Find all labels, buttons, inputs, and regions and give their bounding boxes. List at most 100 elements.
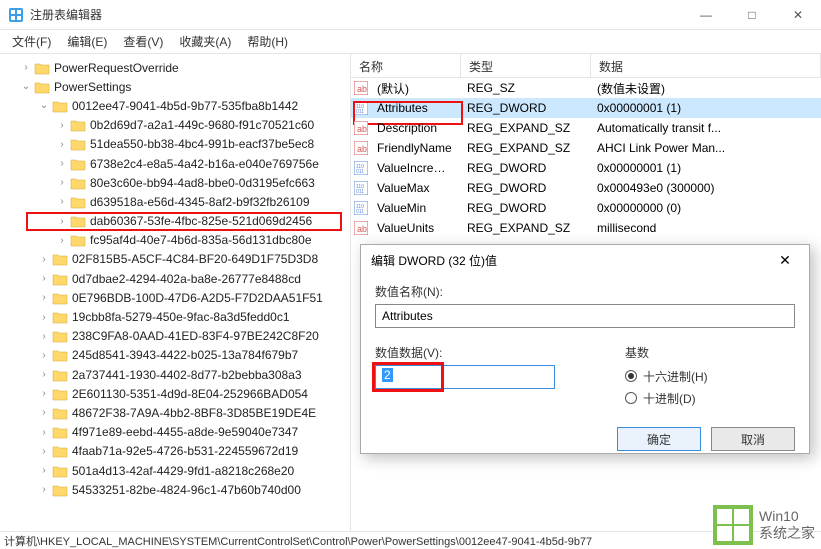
tree-item[interactable]: ›238C9FA8-0AAD-41ED-83F4-97BE242C8F20 [0, 327, 350, 346]
chevron-icon[interactable]: › [36, 484, 52, 495]
chevron-icon[interactable]: › [54, 120, 70, 131]
tree-item-label: 19cbb8fa-5279-450e-9fac-8a3d5fedd0c1 [72, 310, 290, 324]
tree-item[interactable]: ⌄0012ee47-9041-4b5d-9b77-535fba8b1442 [0, 96, 350, 115]
value-type-icon: 110011 [351, 101, 371, 115]
chevron-icon[interactable]: › [36, 273, 52, 284]
tree-item[interactable]: › d639518a-e56d-4345-8af2-b9f32fb26109 [0, 192, 350, 211]
chevron-icon[interactable]: › [36, 369, 52, 380]
ok-button[interactable]: 确定 [617, 427, 701, 451]
svg-text:011: 011 [356, 209, 364, 215]
tree-item[interactable]: ›PowerRequestOverride [0, 58, 350, 77]
list-body[interactable]: ab(默认)REG_SZ(数值未设置)110011AttributesREG_D… [351, 78, 821, 238]
tree-item[interactable]: ›fc95af4d-40e7-4b6d-835a-56d131dbc80e [0, 231, 350, 250]
list-row[interactable]: 110011ValueMaxREG_DWORD0x000493e0 (30000… [351, 178, 821, 198]
chevron-icon[interactable]: › [54, 139, 70, 150]
menu-edit[interactable]: 编辑(E) [59, 31, 115, 52]
value-type: REG_SZ [461, 81, 591, 95]
tree-item-label: dab60367-53fe-4fbc-825e-521d069d2456 [90, 214, 312, 228]
list-row[interactable]: abFriendlyNameREG_EXPAND_SZAHCI Link Pow… [351, 138, 821, 158]
statusbar-path: 计算机\HKEY_LOCAL_MACHINE\SYSTEM\CurrentCon… [4, 536, 592, 548]
value-type: REG_DWORD [461, 181, 591, 195]
tree-item[interactable]: ›6738e2c4-e8a5-4a42-b16a-e040e769756e [0, 154, 350, 173]
chevron-icon[interactable]: › [18, 62, 34, 73]
tree-item[interactable]: ›245d8541-3943-4422-b025-13a784f679b7 [0, 346, 350, 365]
maximize-button[interactable]: □ [729, 0, 775, 30]
folder-icon [52, 387, 68, 401]
tree-item[interactable]: ›48672F38-7A9A-4bb2-8BF8-3D85BE19DE4E [0, 403, 350, 422]
radio-hex[interactable]: 十六进制(H) [625, 365, 795, 387]
dialog-title: 编辑 DWORD (32 位)值 [371, 252, 771, 269]
chevron-icon[interactable]: › [36, 292, 52, 303]
chevron-icon[interactable]: › [36, 331, 52, 342]
value-name-input[interactable] [375, 304, 795, 328]
value-type-icon: ab [351, 81, 371, 95]
list-row[interactable]: ab(默认)REG_SZ(数值未设置) [351, 78, 821, 98]
tree-item[interactable]: ›4f971e89-eebd-4455-a8de-9e59040e7347 [0, 423, 350, 442]
tree-item[interactable]: › 2E601130-5351-4d9d-8E04-252966BAD054 [0, 384, 350, 403]
tree-item[interactable]: ›51dea550-bb38-4bc4-991b-eacf37be5ec8 [0, 135, 350, 154]
tree-item-label: 80e3c60e-bb94-4ad8-bbe0-0d3195efc663 [90, 176, 315, 190]
menu-view[interactable]: 查看(V) [115, 31, 171, 52]
col-header-type[interactable]: 类型 [461, 54, 591, 77]
col-header-data[interactable]: 数据 [591, 54, 821, 77]
value-data-input[interactable]: 2 [375, 365, 555, 389]
menu-favorites[interactable]: 收藏夹(A) [171, 31, 239, 52]
list-row[interactable]: 110011ValueMinREG_DWORD0x00000000 (0) [351, 198, 821, 218]
svg-text:ab: ab [357, 144, 367, 154]
chevron-icon[interactable]: › [54, 158, 70, 169]
chevron-icon[interactable]: ⌄ [18, 81, 34, 92]
tree-item[interactable]: ⌄PowerSettings [0, 77, 350, 96]
close-button[interactable]: ✕ [775, 0, 821, 30]
statusbar: 计算机\HKEY_LOCAL_MACHINE\SYSTEM\CurrentCon… [0, 531, 821, 549]
value-name: Description [371, 121, 461, 135]
tree-item[interactable]: ›501a4d13-42af-4429-9fd1-a8218c268e20 [0, 461, 350, 480]
tree-item[interactable]: ›2a737441-1930-4402-8d77-b2bebba308a3 [0, 365, 350, 384]
col-header-name[interactable]: 名称 [351, 54, 461, 77]
dialog-close-button[interactable]: ✕ [771, 252, 799, 269]
tree-item[interactable]: ›0E796BDB-100D-47D6-A2D5-F7D2DAA51F51 [0, 288, 350, 307]
list-row[interactable]: abDescriptionREG_EXPAND_SZAutomatically … [351, 118, 821, 138]
radio-dec-icon [625, 392, 637, 404]
chevron-icon[interactable]: › [54, 196, 70, 207]
tree-item[interactable]: ›4faab71a-92e5-4726-b531-224559672d19 [0, 442, 350, 461]
tree-pane[interactable]: ›PowerRequestOverride⌄PowerSettings⌄0012… [0, 54, 351, 531]
menu-file[interactable]: 文件(F) [4, 31, 59, 52]
chevron-icon[interactable]: › [36, 388, 52, 399]
tree-item[interactable]: ›0b2d69d7-a2a1-449c-9680-f91c70521c60 [0, 116, 350, 135]
tree-item[interactable]: › 0d7dbae2-4294-402a-ba8e-26777e8488cd [0, 269, 350, 288]
chevron-icon[interactable]: › [36, 312, 52, 323]
folder-icon [70, 137, 86, 151]
folder-icon [70, 214, 86, 228]
edit-dword-dialog: 编辑 DWORD (32 位)值 ✕ 数值名称(N): 数值数据(V): 2 基… [360, 244, 810, 454]
chevron-icon[interactable]: › [36, 254, 52, 265]
chevron-icon[interactable]: › [36, 407, 52, 418]
chevron-icon[interactable]: › [54, 216, 70, 227]
chevron-icon[interactable]: › [36, 350, 52, 361]
chevron-icon[interactable]: › [54, 177, 70, 188]
chevron-icon[interactable]: ⌄ [36, 100, 52, 111]
value-data: 0x00000000 (0) [591, 201, 821, 215]
tree-item[interactable]: › dab60367-53fe-4fbc-825e-521d069d2456 [0, 212, 350, 231]
tree-item-label: 2E601130-5351-4d9d-8E04-252966BAD054 [72, 387, 308, 401]
list-row[interactable]: 110011AttributesREG_DWORD0x00000001 (1) [351, 98, 821, 118]
tree-item[interactable]: › 19cbb8fa-5279-450e-9fac-8a3d5fedd0c1 [0, 307, 350, 326]
chevron-icon[interactable]: › [36, 427, 52, 438]
list-row[interactable]: abValueUnitsREG_EXPAND_SZmillisecond [351, 218, 821, 238]
minimize-button[interactable]: — [683, 0, 729, 30]
chevron-icon[interactable]: › [36, 446, 52, 457]
tree-item-label: d639518a-e56d-4345-8af2-b9f32fb26109 [90, 195, 310, 209]
chevron-icon[interactable]: › [36, 465, 52, 476]
folder-icon [34, 80, 50, 94]
chevron-icon[interactable]: › [54, 235, 70, 246]
radio-dec[interactable]: 十进制(D) [625, 387, 795, 409]
tree-item-label: 54533251-82be-4824-96c1-47b60b740d00 [72, 483, 301, 497]
list-row[interactable]: 110011ValueIncrementREG_DWORD0x00000001 … [351, 158, 821, 178]
tree-item[interactable]: › 80e3c60e-bb94-4ad8-bbe0-0d3195efc663 [0, 173, 350, 192]
cancel-button[interactable]: 取消 [711, 427, 795, 451]
folder-icon [70, 118, 86, 132]
folder-icon [52, 252, 68, 266]
tree-item[interactable]: › 54533251-82be-4824-96c1-47b60b740d00 [0, 480, 350, 499]
tree-item-label: 0d7dbae2-4294-402a-ba8e-26777e8488cd [72, 272, 301, 286]
tree-item[interactable]: ›02F815B5-A5CF-4C84-BF20-649D1F75D3D8 [0, 250, 350, 269]
menu-help[interactable]: 帮助(H) [239, 31, 296, 52]
